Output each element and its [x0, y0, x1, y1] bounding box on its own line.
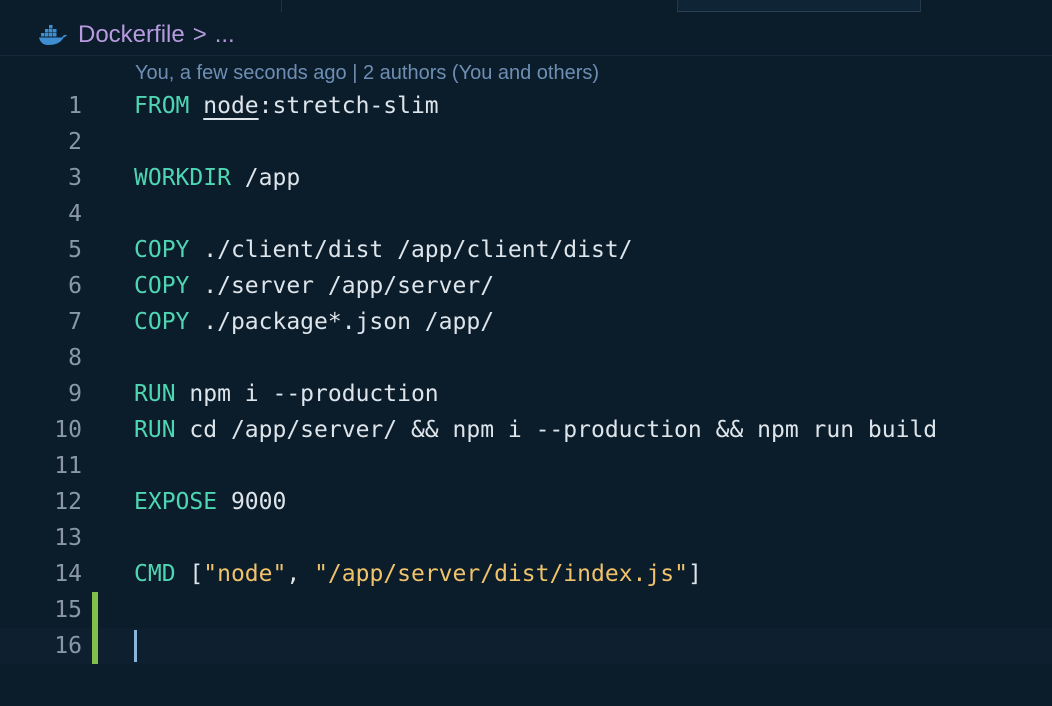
- git-modified-indicator: [92, 592, 98, 628]
- editor-divider: [0, 55, 1052, 56]
- code-line[interactable]: 4: [0, 196, 1052, 232]
- breadcrumb: Dockerfile > ...: [38, 20, 235, 50]
- line-number: 8: [0, 340, 82, 376]
- line-number: 6: [0, 268, 82, 304]
- instruction-args: cd /app/server/ && npm i --production &&…: [189, 417, 937, 443]
- line-number: 3: [0, 160, 82, 196]
- code-line[interactable]: 6 COPY ./server /app/server/: [0, 268, 1052, 304]
- code-text[interactable]: RUN npm i --production: [134, 376, 439, 412]
- dockerfile-keyword: RUN: [134, 381, 176, 407]
- dockerfile-keyword: FROM: [134, 93, 189, 119]
- image-tag: :stretch-slim: [259, 93, 439, 119]
- line-number: 10: [0, 412, 82, 448]
- dockerfile-keyword: EXPOSE: [134, 489, 217, 515]
- breadcrumb-separator: >: [193, 21, 207, 49]
- dockerfile-keyword: COPY: [134, 273, 189, 299]
- line-number: 2: [0, 124, 82, 160]
- code-line[interactable]: 16: [0, 628, 1052, 664]
- text-cursor: [134, 630, 137, 662]
- instruction-args: /app: [245, 165, 300, 191]
- string-literal: "/app/server/dist/index.js": [314, 561, 688, 587]
- string-literal: "node": [203, 561, 286, 587]
- bracket: ]: [688, 561, 702, 587]
- line-number: 13: [0, 520, 82, 556]
- code-text[interactable]: WORKDIR /app: [134, 160, 300, 196]
- line-number: 14: [0, 556, 82, 592]
- line-number: 7: [0, 304, 82, 340]
- code-line[interactable]: 12 EXPOSE 9000: [0, 484, 1052, 520]
- line-number: 16: [0, 628, 82, 664]
- code-text[interactable]: COPY ./client/dist /app/client/dist/: [134, 232, 633, 268]
- code-text[interactable]: EXPOSE 9000: [134, 484, 286, 520]
- tab-strip: [0, 0, 1052, 12]
- code-text[interactable]: RUN cd /app/server/ && npm i --productio…: [134, 412, 937, 448]
- code-line[interactable]: 14 CMD ["node", "/app/server/dist/index.j…: [0, 556, 1052, 592]
- instruction-args: ./server /app/server/: [203, 273, 494, 299]
- code-line[interactable]: 5 COPY ./client/dist /app/client/dist/: [0, 232, 1052, 268]
- dockerfile-keyword: WORKDIR: [134, 165, 231, 191]
- dockerfile-keyword: COPY: [134, 237, 189, 263]
- dockerfile-keyword: CMD: [134, 561, 176, 587]
- image-name: node: [203, 93, 258, 119]
- code-text[interactable]: COPY ./server /app/server/: [134, 268, 494, 304]
- dockerfile-keyword: COPY: [134, 309, 189, 335]
- breadcrumb-more[interactable]: ...: [215, 21, 235, 49]
- docker-whale-icon: [38, 24, 68, 46]
- instruction-args: ./package*.json /app/: [203, 309, 494, 335]
- code-line[interactable]: 2: [0, 124, 1052, 160]
- instruction-args: npm i --production: [189, 381, 438, 407]
- line-number: 5: [0, 232, 82, 268]
- code-line[interactable]: 8: [0, 340, 1052, 376]
- instruction-args: 9000: [231, 489, 286, 515]
- bracket: [: [189, 561, 203, 587]
- line-number: 4: [0, 196, 82, 232]
- git-modified-indicator: [92, 628, 98, 664]
- line-number: 12: [0, 484, 82, 520]
- code-line[interactable]: 1 FROM node:stretch-slim: [0, 88, 1052, 124]
- breadcrumb-file[interactable]: Dockerfile: [78, 21, 185, 49]
- codelens-author-time[interactable]: You, a few seconds ago: [135, 62, 347, 85]
- line-number: 9: [0, 376, 82, 412]
- comma: ,: [286, 561, 314, 587]
- code-line[interactable]: 11: [0, 448, 1052, 484]
- dockerfile-keyword: RUN: [134, 417, 176, 443]
- git-codelens[interactable]: You, a few seconds ago | 2 authors (You …: [135, 60, 599, 86]
- tab-active[interactable]: [677, 0, 921, 12]
- instruction-args: ./client/dist /app/client/dist/: [203, 237, 632, 263]
- codelens-authors[interactable]: 2 authors (You and others): [363, 62, 599, 85]
- tab-divider: [281, 0, 282, 12]
- code-text[interactable]: COPY ./package*.json /app/: [134, 304, 494, 340]
- code-text[interactable]: FROM node:stretch-slim: [134, 88, 439, 124]
- code-line[interactable]: 15: [0, 592, 1052, 628]
- line-number: 15: [0, 592, 82, 628]
- code-line[interactable]: 13: [0, 520, 1052, 556]
- line-number: 1: [0, 88, 82, 124]
- code-line[interactable]: 3 WORKDIR /app: [0, 160, 1052, 196]
- line-number: 11: [0, 448, 82, 484]
- code-line[interactable]: 9 RUN npm i --production: [0, 376, 1052, 412]
- code-line[interactable]: 7 COPY ./package*.json /app/: [0, 304, 1052, 340]
- code-text[interactable]: CMD ["node", "/app/server/dist/index.js"…: [134, 556, 702, 592]
- code-line[interactable]: 10 RUN cd /app/server/ && npm i --product…: [0, 412, 1052, 448]
